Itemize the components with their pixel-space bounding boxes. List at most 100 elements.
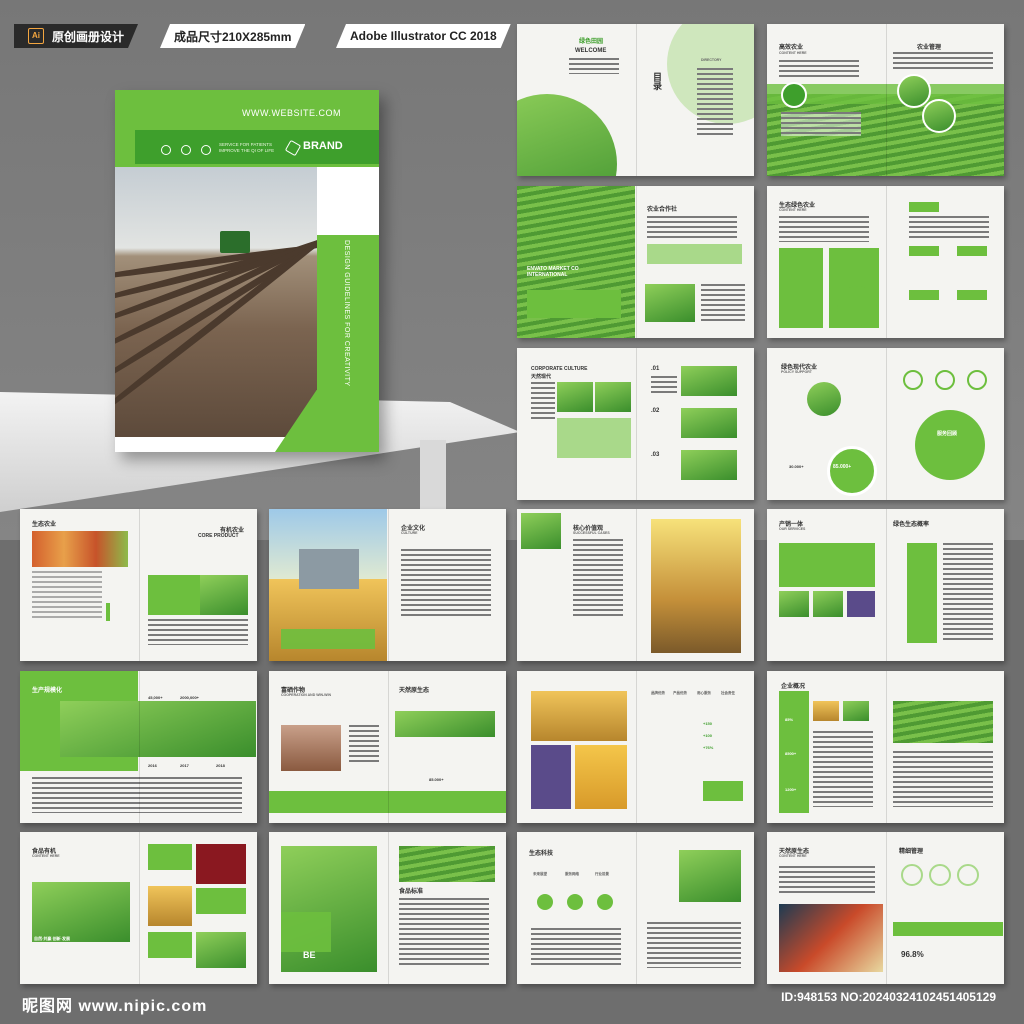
text-lines: [781, 112, 861, 136]
spread-page: 品牌优势 产品优势 用心服务 社会责任 +150 +100 +76%: [517, 671, 754, 823]
nav-item: 社会责任: [721, 691, 735, 695]
year-label: 2017: [180, 763, 189, 768]
cover-field-photo: [115, 167, 317, 437]
wheat-photo: [531, 691, 627, 741]
flow-step: 行业前景: [595, 872, 609, 876]
tractor-image: [220, 231, 250, 253]
green-column: [907, 543, 937, 643]
flow-circle: [537, 894, 553, 910]
peach-photo: [32, 531, 128, 567]
large-circle: [915, 410, 985, 480]
nav-item: 品牌优势: [651, 691, 665, 695]
stat-value: 45,000+: [148, 695, 163, 700]
page-title: 生产规模化: [32, 688, 63, 694]
text-lines: [943, 543, 993, 643]
stat-value: 30.000+: [789, 464, 804, 469]
field-photo: [681, 408, 737, 438]
image-id: ID:948153 NO:20240324102451405129: [781, 990, 996, 1004]
round-photo: [897, 74, 931, 108]
stat-value: 85.000+: [833, 464, 852, 470]
field-photo: [521, 513, 561, 549]
toc-directory: DIRECTORY: [701, 58, 722, 62]
text-lines: [701, 284, 745, 324]
harvester-image: [299, 549, 359, 589]
stat-value: 8500+: [785, 751, 797, 756]
photo-grid: [557, 418, 631, 458]
page-subtitle: COOPERATION AND WIN-WIN: [281, 693, 331, 697]
text-lines: [893, 52, 993, 72]
text-lines: [32, 777, 242, 813]
page-label: BE: [303, 950, 316, 960]
flow-circle: [597, 894, 613, 910]
page-subtitle: CONTENT HERE: [779, 854, 807, 858]
size-tag-label: 成品尺寸210X285mm: [174, 29, 292, 44]
spread-page: 生态农业 有机农业 CORE PRODUCT: [20, 509, 257, 661]
nipic-logo: 昵图网 www.nipic.com: [22, 998, 208, 1015]
feature-tag: [909, 246, 939, 256]
seedling-photo: [200, 575, 248, 615]
spread-page: CORPORATE CULTURE 天然现代 .01 .02 .03: [517, 348, 754, 500]
green-card: [196, 888, 246, 914]
crop-photo: [813, 591, 843, 617]
quote-box: [527, 290, 621, 318]
stat-value: 96.8%: [901, 950, 924, 959]
field-photo: [281, 725, 341, 771]
page-subtitle: 天然现代: [531, 374, 552, 380]
year-label: 2016: [148, 763, 157, 768]
page-subtitle: SUCCESSFUL CASES: [573, 531, 610, 535]
page-subtitle: CULTURE: [401, 531, 418, 535]
spread-page: 核心价值观 SUCCESSFUL CASES: [517, 509, 754, 661]
text-lines: [647, 922, 741, 968]
tea-field-photo: [679, 850, 741, 902]
text-lines: [399, 898, 489, 968]
ring-chart: [837, 286, 877, 326]
feature-tag: [909, 202, 939, 212]
list-number: .02: [651, 408, 660, 414]
nav-item: 产品优势: [673, 691, 687, 695]
toc-lines: [697, 68, 733, 138]
field-photo: [196, 932, 246, 968]
spread-page: 富硒作物 COOPERATION AND WIN-WIN 天然原生态 85.00…: [269, 671, 506, 823]
design-tag-label: 原创画册设计: [52, 29, 125, 44]
text-lines: [779, 60, 859, 80]
stat-value: 85.000+: [429, 777, 444, 782]
spread-page: 食品有机 CONTENT HERE 自然·共赢·创新·发展: [20, 832, 257, 984]
text-lines: [349, 725, 379, 765]
section-title: 绿色生态概率: [893, 522, 930, 528]
field-photo: [843, 701, 869, 721]
green-panel: [779, 543, 875, 587]
spread-page: 产销一体 OUR SERVICES 绿色生态概率: [767, 509, 1004, 661]
stat-value: +150: [703, 721, 713, 726]
text-lines: [893, 751, 993, 807]
green-overlay: [281, 912, 331, 952]
page-subtitle: CONTENT HERE: [779, 208, 807, 212]
page-title: 生态农业: [32, 522, 57, 528]
round-photo: [807, 382, 841, 416]
crop-photo: [779, 591, 809, 617]
cover-side-text: DESIGN GUIDELINES FOR CREATIVITY: [343, 240, 350, 387]
text-lines: [531, 928, 621, 968]
green-caption: [281, 629, 375, 649]
text-lines: [813, 731, 873, 807]
section-subtitle: CORE PRODUCT: [198, 533, 239, 539]
section-title: 精细管理: [899, 849, 924, 855]
step-ring: [929, 864, 951, 886]
green-bar: [269, 791, 506, 813]
feature-tag: [957, 290, 987, 300]
page-title: ENVATO MARKET CO INTERNATIONAL: [527, 266, 579, 278]
page-title: 生态科技: [529, 851, 554, 857]
aerial-photo: [645, 284, 695, 322]
cherry-photo: [196, 844, 246, 884]
text-lines: [647, 216, 737, 238]
cover-url: WWW.WEBSITE.COM: [242, 108, 341, 118]
round-photo: [922, 99, 956, 133]
feature-tag: [957, 246, 987, 256]
illustrator-icon: Ai: [28, 28, 44, 44]
stat-value: +76%: [703, 745, 714, 750]
photo-caption: 自然·共赢·创新·发展: [34, 936, 70, 941]
corn-photo: [813, 701, 839, 721]
spread-page: 企业文化 CULTURE: [269, 509, 506, 661]
cattle-photo: [681, 450, 737, 480]
toc-title: 目录: [652, 72, 662, 90]
spread-page: 天然原生态 CONTENT HERE 精细管理 96.8%: [767, 832, 1004, 984]
